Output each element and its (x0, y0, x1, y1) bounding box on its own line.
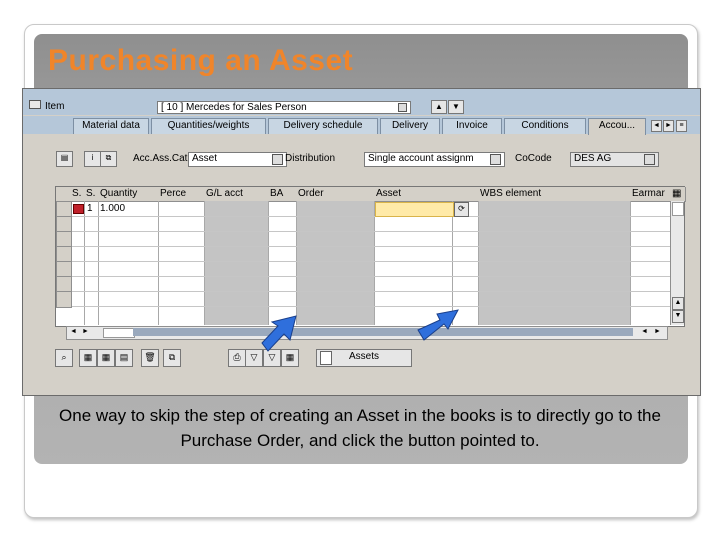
arrow-icon (261, 315, 297, 352)
arrow-icon (417, 309, 459, 341)
annotation-arrows (261, 309, 459, 352)
slide-caption: One way to skip the step of creating an … (59, 406, 661, 450)
